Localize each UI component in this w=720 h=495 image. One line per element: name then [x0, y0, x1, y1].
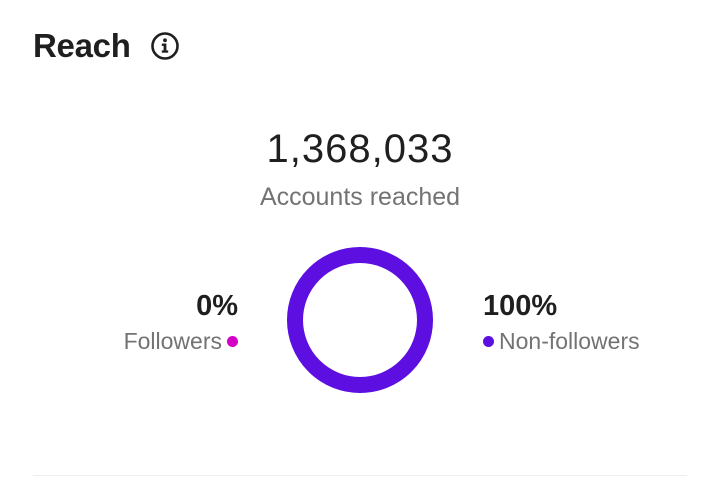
accounts-reached-label: Accounts reached	[259, 183, 461, 211]
section-title: Reach	[33, 27, 131, 64]
non-followers-color-dot	[483, 335, 494, 347]
followers-legend: Followers	[124, 326, 238, 356]
followers-stat: 0% Followers	[124, 288, 238, 356]
reach-donut-chart	[287, 247, 433, 393]
section-divider	[33, 475, 687, 476]
reach-header: Reach	[33, 26, 181, 66]
followers-label: Followers	[123, 328, 222, 354]
followers-percent: 0%	[196, 290, 238, 322]
non-followers-stat: 100% Non-followers	[483, 288, 640, 356]
followers-color-dot	[227, 335, 238, 347]
non-followers-label: Non-followers	[499, 328, 640, 354]
accounts-reached-value: 1,368,033	[266, 127, 454, 171]
non-followers-percent: 100%	[483, 290, 558, 322]
donut-segment-non-followers	[287, 247, 433, 393]
non-followers-legend: Non-followers	[483, 326, 640, 356]
info-icon[interactable]	[149, 30, 181, 62]
